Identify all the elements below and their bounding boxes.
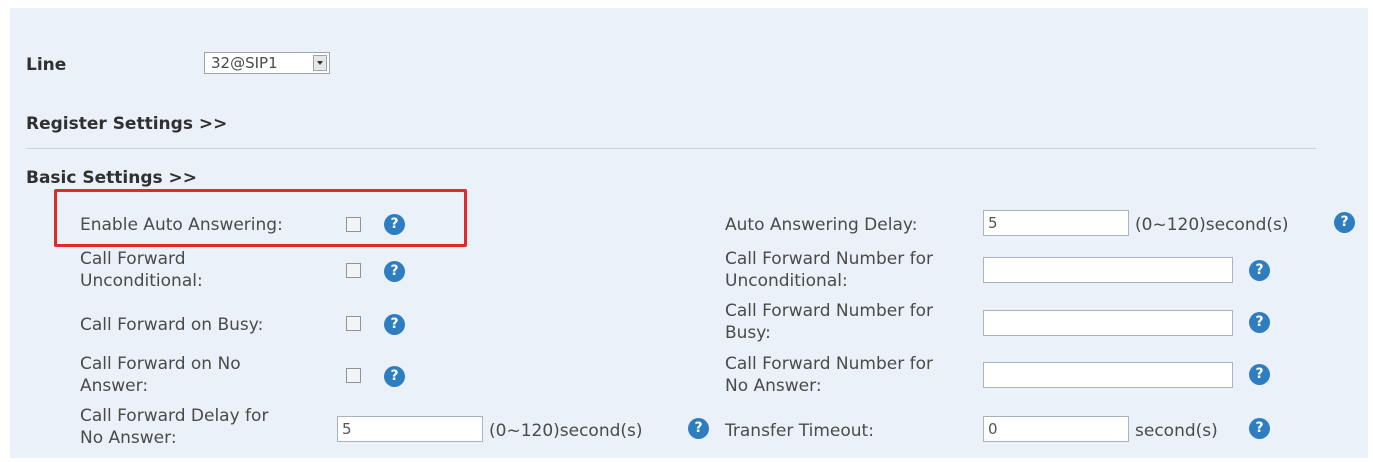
- cf-number-unconditional-label-2: Unconditional:: [725, 271, 848, 291]
- cf-number-busy-input[interactable]: [983, 310, 1233, 336]
- cf-delay-input[interactable]: [337, 416, 483, 442]
- cf-no-answer-checkbox[interactable]: [346, 368, 361, 383]
- help-circle-icon[interactable]: ?: [384, 261, 405, 282]
- help-circle-icon[interactable]: ?: [384, 214, 405, 235]
- transfer-timeout-unit: second(s): [1135, 421, 1218, 441]
- section-divider: [26, 148, 1316, 149]
- auto-answering-delay-label: Auto Answering Delay:: [725, 215, 918, 235]
- help-circle-icon[interactable]: ?: [384, 314, 405, 335]
- help-circle-icon[interactable]: ?: [384, 366, 405, 387]
- cf-number-unconditional-label-1: Call Forward Number for: [725, 249, 933, 269]
- cf-delay-label-2: No Answer:: [80, 428, 177, 448]
- cf-unconditional-label-1: Call Forward: [80, 249, 186, 269]
- basic-settings-link[interactable]: Basic Settings >>: [26, 168, 197, 188]
- enable-auto-answering-label: Enable Auto Answering:: [80, 215, 283, 235]
- cf-number-busy-label-1: Call Forward Number for: [725, 301, 933, 321]
- help-circle-icon[interactable]: ?: [1249, 364, 1270, 385]
- cf-busy-checkbox[interactable]: [346, 316, 361, 331]
- cf-delay-unit: (0~120)second(s): [489, 421, 643, 441]
- cf-no-answer-label-1: Call Forward on No: [80, 354, 241, 374]
- transfer-timeout-input[interactable]: [983, 416, 1129, 442]
- cf-number-no-answer-label-1: Call Forward Number for: [725, 354, 933, 374]
- help-circle-icon[interactable]: ?: [1334, 212, 1355, 233]
- cf-delay-label-1: Call Forward Delay for: [80, 406, 269, 426]
- help-circle-icon[interactable]: ?: [1249, 418, 1270, 439]
- cf-no-answer-label-2: Answer:: [80, 376, 149, 396]
- auto-answering-delay-input[interactable]: [983, 210, 1129, 236]
- cf-unconditional-checkbox[interactable]: [346, 263, 361, 278]
- register-settings-link[interactable]: Register Settings >>: [26, 114, 227, 134]
- cf-unconditional-label-2: Unconditional:: [80, 271, 203, 291]
- cf-number-unconditional-input[interactable]: [983, 257, 1233, 283]
- help-circle-icon[interactable]: ?: [688, 418, 709, 439]
- help-circle-icon[interactable]: ?: [1249, 260, 1270, 281]
- enable-auto-answering-checkbox[interactable]: [346, 217, 361, 232]
- line-select[interactable]: 32@SIP1: [204, 52, 330, 74]
- cf-number-no-answer-label-2: No Answer:: [725, 376, 822, 396]
- chevron-down-icon[interactable]: [313, 55, 327, 71]
- line-label: Line: [26, 55, 67, 75]
- cf-number-no-answer-input[interactable]: [983, 362, 1233, 388]
- cf-busy-label: Call Forward on Busy:: [80, 315, 264, 335]
- line-select-value: 32@SIP1: [211, 54, 278, 72]
- cf-number-busy-label-2: Busy:: [725, 323, 771, 343]
- auto-answering-delay-unit: (0~120)second(s): [1135, 215, 1289, 235]
- help-circle-icon[interactable]: ?: [1249, 312, 1270, 333]
- settings-panel: Line 32@SIP1 Register Settings >> Basic …: [10, 8, 1368, 458]
- transfer-timeout-label: Transfer Timeout:: [725, 421, 874, 441]
